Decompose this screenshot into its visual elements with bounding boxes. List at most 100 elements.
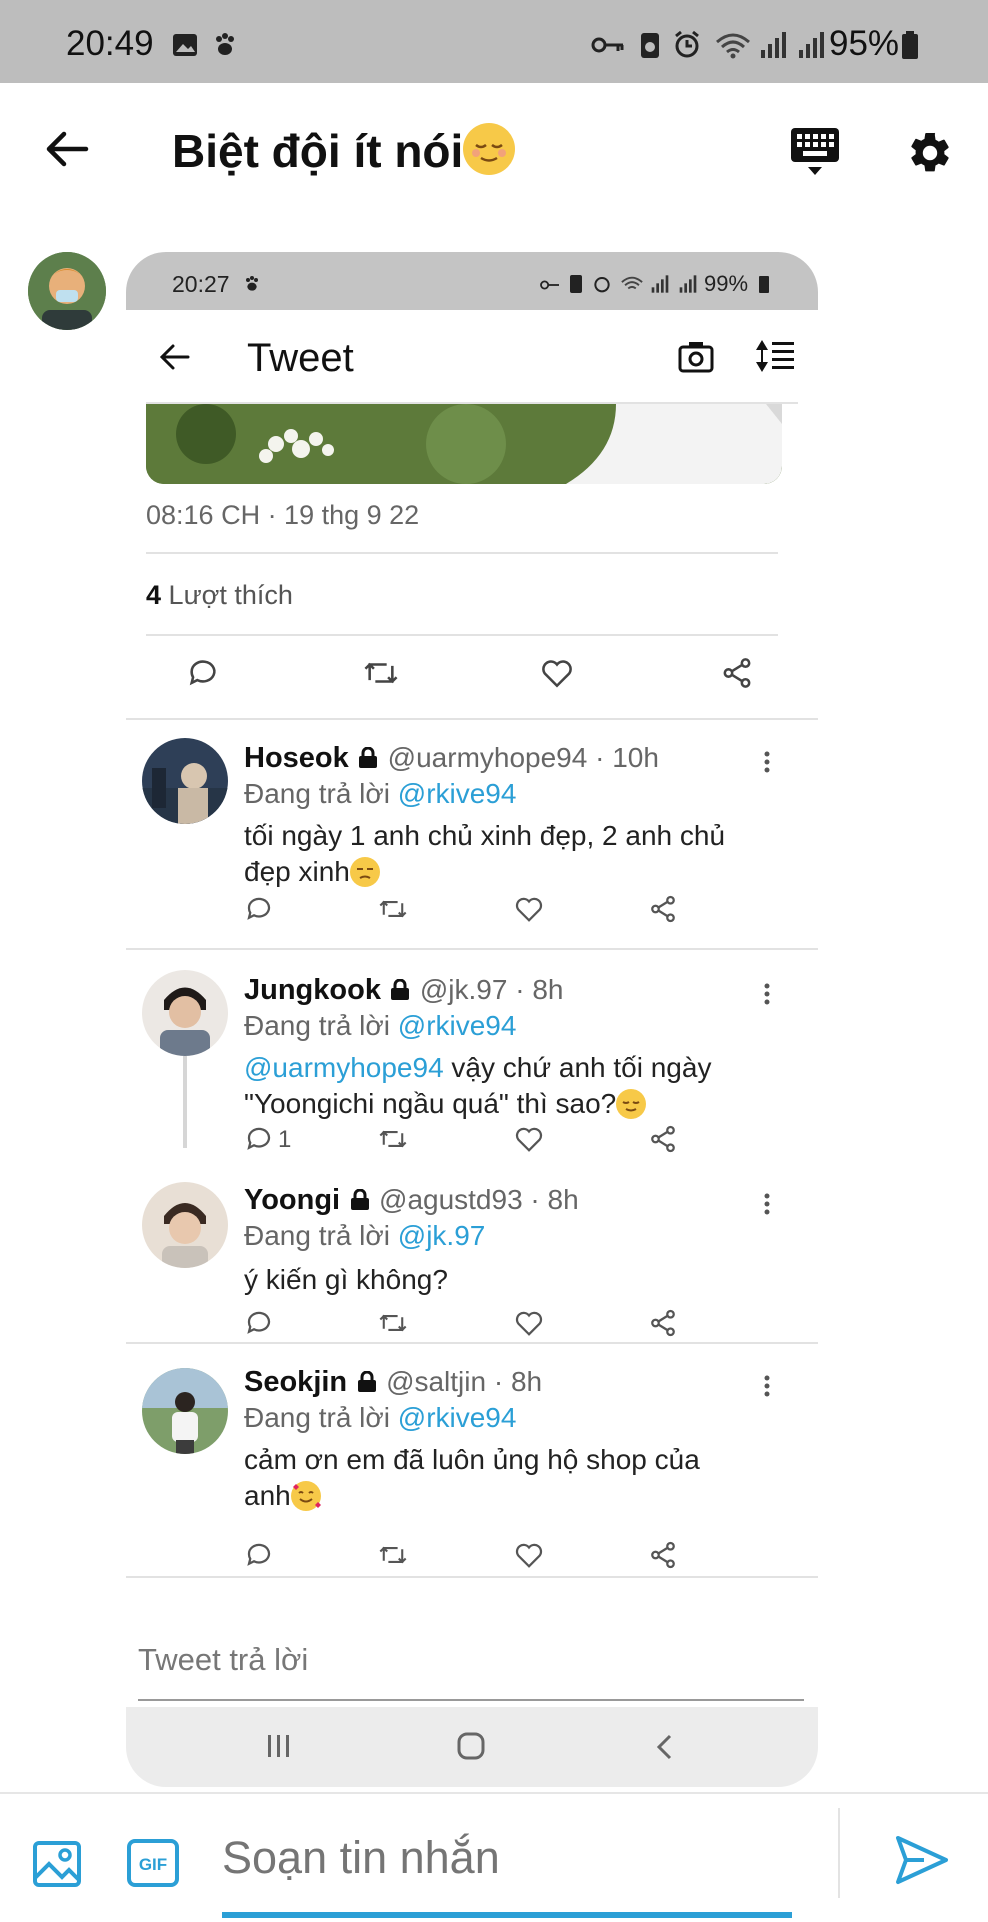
reply-avatar xyxy=(142,970,228,1056)
reply-more-icon xyxy=(764,1375,770,1397)
replying-to-label: Đang trả lời xyxy=(244,1402,390,1433)
replying-to-line: Đang trả lời @rkive94 xyxy=(244,1010,516,1042)
reply-text-line: anh xyxy=(244,1480,291,1511)
reply-divider xyxy=(126,1576,818,1578)
replying-to-line: Đang trả lời @rkive94 xyxy=(244,1402,516,1434)
tweet-photo xyxy=(146,404,782,484)
alarm-icon xyxy=(675,30,699,58)
replying-to-mention: @rkive94 xyxy=(397,1402,517,1433)
inner-signal-icon-1 xyxy=(651,275,669,293)
likes-divider xyxy=(146,634,778,636)
image-attach-icon[interactable] xyxy=(32,1840,82,1888)
inner-recycle-icon xyxy=(570,275,582,293)
reply-avatar xyxy=(142,1368,228,1454)
signal-icon-1 xyxy=(761,32,786,58)
reply-text: cảm ơn em đã luôn ủng hộ shop của anh xyxy=(244,1442,794,1514)
reply-item[interactable]: Hoseok @uarmyhope94 · 10h Đang trả lời @… xyxy=(126,718,818,950)
settings-gear-icon[interactable] xyxy=(906,129,954,177)
inner-wifi-icon xyxy=(621,276,643,290)
replying-to-mention: @rkive94 xyxy=(397,778,517,809)
retweet-icon xyxy=(379,1546,407,1564)
sort-icon xyxy=(756,340,794,372)
share-icon xyxy=(651,1309,675,1337)
app-bar: Biệt đội ít nói xyxy=(0,83,988,218)
inner-alarm-icon xyxy=(594,277,610,293)
chat-title-text: Biệt đội ít nói xyxy=(172,125,464,177)
lock-icon xyxy=(391,979,410,1000)
main-reply-icon xyxy=(189,660,216,686)
reply-handle: @agustd93 · 8h xyxy=(379,1184,579,1215)
reply-icon xyxy=(247,1543,271,1566)
replying-to-line: Đang trả lời @jk.97 xyxy=(244,1220,485,1252)
back-arrow-icon[interactable] xyxy=(44,129,90,169)
reply-text-line: ý kiến gì không? xyxy=(244,1264,448,1295)
reply-author-name: Jungkook xyxy=(244,974,381,1006)
reply-avatar xyxy=(142,1182,228,1268)
status-bar: 20:49 95% xyxy=(0,0,988,83)
replying-to-line: Đang trả lời @rkive94 xyxy=(244,778,516,810)
lock-icon xyxy=(350,1189,369,1210)
keyboard-icon[interactable] xyxy=(788,126,842,178)
lock-icon xyxy=(357,1371,376,1392)
inner-tweet-title: Tweet xyxy=(247,336,354,380)
timestamp-divider xyxy=(146,552,778,554)
reply-author-name: Yoongi xyxy=(244,1184,341,1216)
reply-text-line: đẹp xinh xyxy=(244,856,350,887)
home-icon xyxy=(457,1732,485,1760)
reply-input-placeholder: Tweet trả lời xyxy=(138,1642,309,1677)
inner-battery-icon xyxy=(759,276,769,293)
main-like-icon xyxy=(542,660,572,688)
send-icon[interactable] xyxy=(894,1834,950,1886)
reply-header: Hoseok @uarmyhope94 · 10h xyxy=(244,742,659,775)
tweet-timestamp: 08:16 CH · 19 thg 9 22 xyxy=(146,500,420,530)
like-icon xyxy=(515,897,543,922)
like-icon xyxy=(515,1543,543,1568)
main-share-icon xyxy=(723,658,751,688)
reply-icon xyxy=(247,897,271,920)
wifi-icon xyxy=(716,33,750,59)
unamused-face-emoji xyxy=(349,857,380,887)
relieved-face-emoji xyxy=(463,123,516,175)
recent-apps-icon xyxy=(268,1735,289,1757)
reply-mention: @uarmyhope94 xyxy=(244,1052,444,1083)
likes-count: 4 xyxy=(146,580,162,610)
likes-label: Lượt thích xyxy=(168,580,293,610)
reply-input-underline xyxy=(138,1699,804,1701)
reply-author-name: Hoseok xyxy=(244,742,349,774)
reply-header: Jungkook @jk.97 · 8h xyxy=(244,974,563,1007)
shared-screenshot[interactable]: 20:27 99% Tweet 08:16 CH · 19 thg 9 22 4… xyxy=(126,252,818,1787)
reply-text-line: "Yoongichi ngầu quá" thì sao? xyxy=(244,1088,617,1119)
replying-to-label: Đang trả lời xyxy=(244,1010,390,1041)
lock-icon xyxy=(359,747,378,768)
nav-back-icon xyxy=(656,1734,672,1760)
sender-avatar[interactable] xyxy=(28,252,106,330)
reply-item[interactable]: Yoongi @agustd93 · 8h Đang trả lời @jk.9… xyxy=(126,1148,818,1344)
reply-more-icon xyxy=(764,1193,770,1215)
status-time: 20:49 xyxy=(66,24,154,63)
inner-key-icon xyxy=(540,280,559,290)
replying-to-label: Đang trả lời xyxy=(244,1220,390,1251)
main-retweet-icon xyxy=(364,662,398,684)
replying-to-mention: @jk.97 xyxy=(397,1220,486,1251)
likes-summary: 4 Lượt thích xyxy=(146,580,293,611)
paw-icon xyxy=(216,33,234,55)
gallery-icon xyxy=(173,34,197,56)
inner-signal-icon-2 xyxy=(679,275,697,293)
retweet-icon xyxy=(379,1314,407,1332)
battery-icon xyxy=(902,31,918,59)
like-icon xyxy=(515,1311,543,1336)
reply-item[interactable]: Seokjin @saltjin · 8h Đang trả lời @rkiv… xyxy=(126,1344,818,1578)
gif-icon[interactable]: GIF xyxy=(126,1838,180,1888)
reply-handle: @jk.97 · 8h xyxy=(419,974,564,1005)
reply-header: Yoongi @agustd93 · 8h xyxy=(244,1184,579,1217)
retweet-icon xyxy=(379,900,407,918)
share-icon xyxy=(651,1541,675,1569)
inner-back-arrow-icon xyxy=(159,344,190,370)
battery-percent: 95% xyxy=(829,24,900,63)
thread-line xyxy=(183,1056,187,1148)
reply-handle: @uarmyhope94 · 10h xyxy=(387,742,659,773)
replying-to-mention: @rkive94 xyxy=(397,1010,517,1041)
reply-item[interactable]: Jungkook @jk.97 · 8h Đang trả lời @rkive… xyxy=(126,950,818,1153)
message-input[interactable] xyxy=(210,1818,834,1898)
signal-icon-2 xyxy=(799,32,824,58)
